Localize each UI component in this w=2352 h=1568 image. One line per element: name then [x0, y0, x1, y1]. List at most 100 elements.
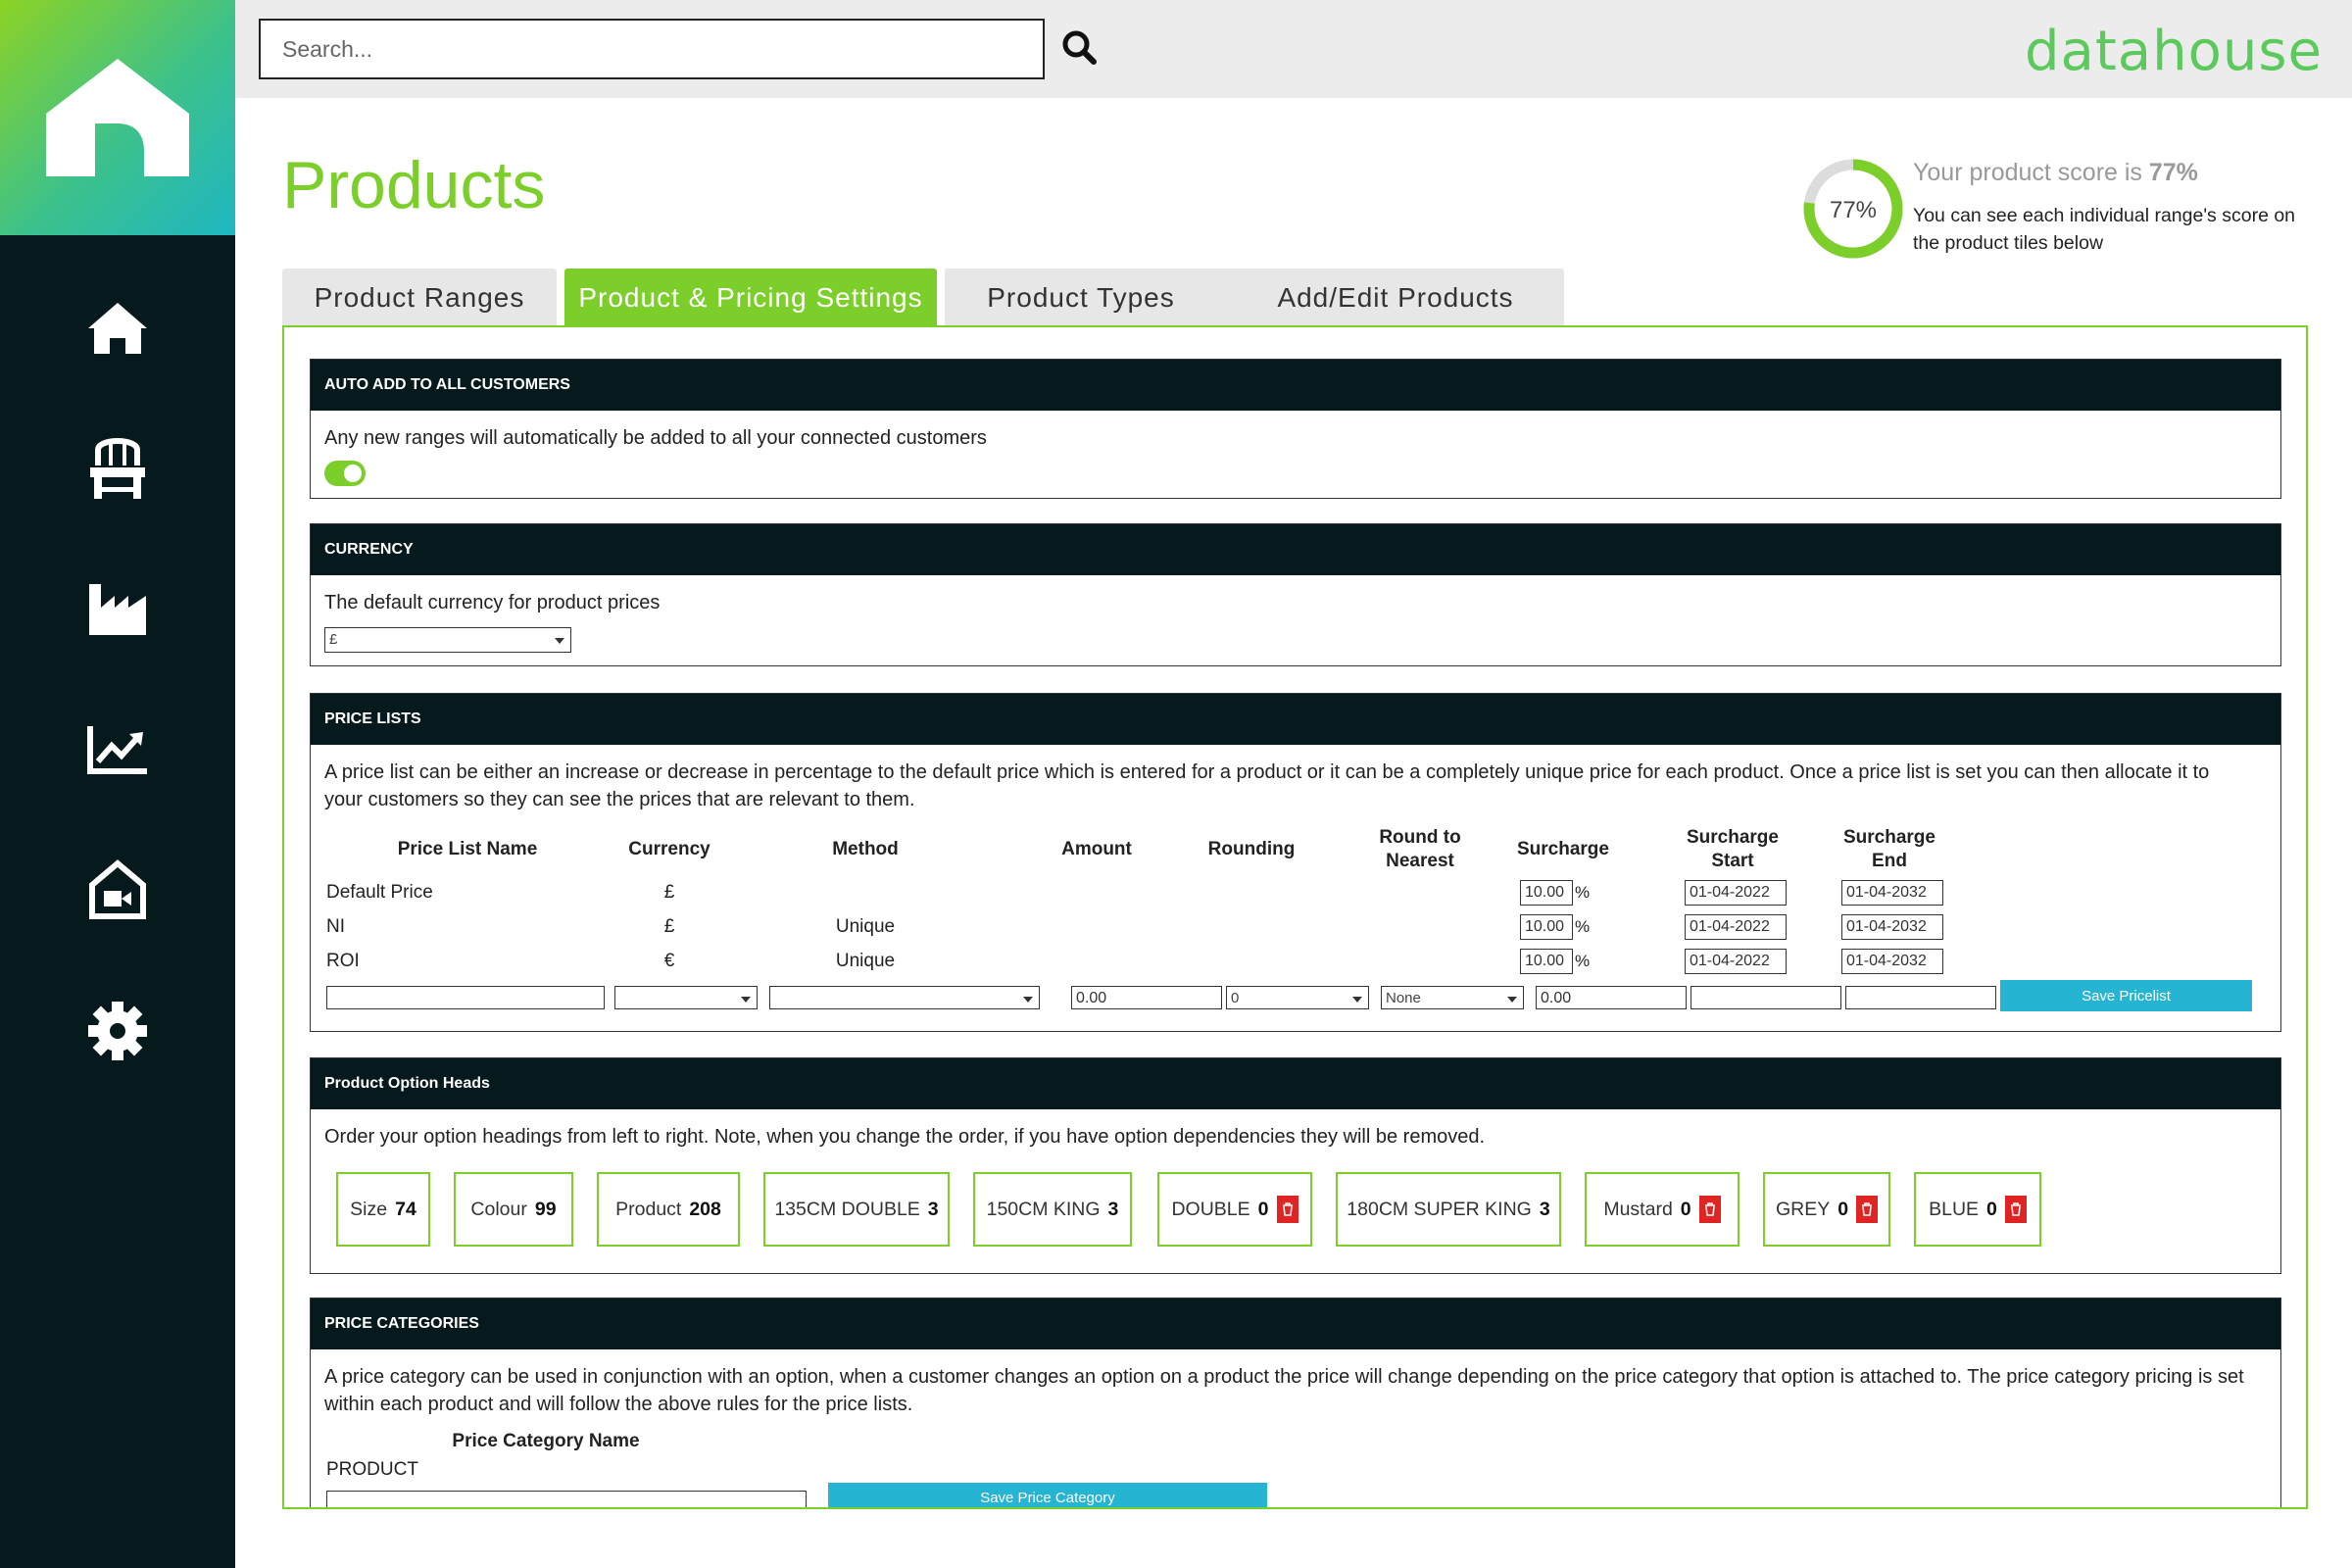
search-button[interactable] — [1061, 29, 1101, 69]
surcharge-start-input[interactable]: 01-04-2022 — [1685, 880, 1787, 906]
new-round-to-select[interactable]: None — [1381, 986, 1524, 1009]
option-head-chip[interactable]: Product 208 — [597, 1172, 740, 1247]
auto-add-toggle[interactable] — [324, 461, 366, 486]
new-surcharge-end-input[interactable] — [1845, 986, 1996, 1009]
surcharge-input[interactable]: 10.00 — [1520, 914, 1573, 940]
search-input[interactable] — [259, 19, 1045, 79]
option-head-chip[interactable]: 150CM KING 3 — [973, 1172, 1132, 1247]
column-header: Amount — [1061, 839, 1132, 859]
trash-icon[interactable] — [1698, 1196, 1721, 1223]
score-heading: Your product score is 77% — [1913, 159, 2198, 187]
score-heading-text: Your product score is — [1913, 159, 2149, 186]
surcharge-end-input[interactable]: 01-04-2032 — [1841, 914, 1943, 940]
chip-label: 150CM KING — [986, 1198, 1101, 1220]
chip-count: 74 — [395, 1198, 416, 1220]
trash-icon[interactable] — [2004, 1196, 2027, 1223]
section-heading: CURRENCY — [311, 524, 2280, 575]
chip-count: 99 — [534, 1198, 557, 1220]
column-header: Price List Name — [397, 839, 538, 859]
brand-logo: datahouse — [2024, 20, 2323, 83]
new-surcharge-start-input[interactable] — [1690, 986, 1841, 1009]
chip-label: Colour — [470, 1198, 527, 1220]
percent-symbol: % — [1575, 917, 1591, 936]
new-surcharge-input[interactable]: 0.00 — [1536, 986, 1687, 1009]
tab-product-pricing-settings[interactable]: Product & Pricing Settings — [564, 269, 937, 327]
surcharge-start-input[interactable]: 01-04-2022 — [1685, 914, 1787, 940]
column-header: Surcharge End — [1843, 827, 1936, 871]
option-head-chip[interactable]: Colour 99 — [454, 1172, 573, 1247]
chip-count: 3 — [1539, 1198, 1550, 1220]
new-rounding-select[interactable]: 0 — [1226, 986, 1369, 1009]
sidebar-item-analytics[interactable] — [78, 710, 157, 789]
price-list-name: Default Price — [326, 882, 433, 903]
price-list-currency: € — [663, 951, 675, 971]
new-amount-input[interactable]: 0.00 — [1071, 986, 1222, 1009]
price-lists-section: PRICE LISTS A price list can be either a… — [310, 693, 2281, 1032]
sidebar-item-home[interactable] — [78, 289, 157, 368]
chip-count: 0 — [1257, 1198, 1269, 1220]
price-categories-section: PRICE CATEGORIES A price category can be… — [310, 1298, 2281, 1507]
price-list-name: ROI — [326, 951, 360, 971]
chip-label: GREY — [1775, 1198, 1831, 1220]
currency-section: CURRENCY The default currency for produc… — [310, 523, 2281, 666]
chip-count: 208 — [689, 1198, 721, 1220]
score-heading-value: 77% — [2148, 159, 2198, 186]
showroom-video-icon — [89, 859, 146, 919]
new-price-list-method-select[interactable] — [769, 986, 1040, 1009]
new-price-category-input[interactable] — [326, 1491, 807, 1507]
trash-icon[interactable] — [1276, 1196, 1298, 1223]
new-price-list-currency-select[interactable] — [614, 986, 758, 1009]
tab-product-types[interactable]: Product Types — [945, 269, 1217, 327]
option-head-chip[interactable]: 135CM DOUBLE 3 — [763, 1172, 950, 1247]
chip-count: 0 — [1986, 1198, 1997, 1220]
price-list-currency: £ — [663, 882, 675, 903]
chip-label: DOUBLE — [1171, 1198, 1250, 1220]
app-logo[interactable] — [0, 0, 235, 235]
surcharge-input[interactable]: 10.00 — [1520, 949, 1573, 974]
option-head-chip[interactable]: Mustard 0 — [1585, 1172, 1740, 1247]
chip-count: 3 — [927, 1198, 939, 1220]
save-price-category-button[interactable]: Save Price Category — [828, 1483, 1267, 1507]
page-title: Products — [282, 148, 546, 222]
column-header: Surcharge — [1517, 839, 1609, 859]
chip-count: 3 — [1107, 1198, 1119, 1220]
section-heading: PRICE LISTS — [311, 694, 2280, 745]
chip-label: Product — [615, 1198, 682, 1220]
surcharge-start-input[interactable]: 01-04-2022 — [1685, 949, 1787, 974]
home-icon — [88, 303, 147, 354]
option-head-chip[interactable]: BLUE 0 — [1914, 1172, 2041, 1247]
tab-product-ranges[interactable]: Product Ranges — [282, 269, 557, 327]
surcharge-end-input[interactable]: 01-04-2032 — [1841, 949, 1943, 974]
tab-add-edit-products[interactable]: Add/Edit Products — [1227, 269, 1564, 327]
surcharge-end-input[interactable]: 01-04-2032 — [1841, 880, 1943, 906]
new-price-list-name-input[interactable] — [326, 986, 605, 1009]
section-heading: PRICE CATEGORIES — [311, 1298, 2280, 1349]
gear-icon — [88, 1002, 147, 1060]
price-list-method: Unique — [835, 951, 896, 971]
price-list-name: NI — [326, 916, 345, 937]
house-logo-icon — [46, 58, 189, 176]
save-pricelist-button[interactable]: Save Pricelist — [2000, 980, 2252, 1011]
option-head-chip[interactable]: 180CM SUPER KING 3 — [1336, 1172, 1561, 1247]
currency-select[interactable]: £ — [324, 627, 571, 653]
chip-label: 135CM DOUBLE — [774, 1198, 920, 1220]
sidebar-item-products[interactable] — [78, 429, 157, 508]
price-list-method: Unique — [835, 916, 896, 937]
trash-icon[interactable] — [1856, 1196, 1879, 1223]
product-score-ring: 77% — [1803, 159, 1903, 259]
chip-label: Mustard — [1603, 1198, 1673, 1220]
surcharge-input[interactable]: 10.00 — [1520, 880, 1573, 906]
option-head-chip[interactable]: DOUBLE 0 — [1157, 1172, 1312, 1247]
column-header: Method — [832, 839, 899, 859]
option-head-chip[interactable]: Size 74 — [336, 1172, 430, 1247]
sidebar-item-showroom[interactable] — [78, 851, 157, 929]
chip-count: 0 — [1680, 1198, 1691, 1220]
chip-label: BLUE — [1929, 1198, 1980, 1220]
percent-symbol: % — [1575, 883, 1591, 902]
column-header: Price Category Name — [452, 1431, 640, 1451]
score-description: You can see each individual range's scor… — [1913, 205, 2296, 254]
option-head-chip[interactable]: GREY 0 — [1763, 1172, 1890, 1247]
sidebar-item-settings[interactable] — [78, 992, 157, 1070]
column-header: Currency — [628, 839, 710, 859]
sidebar-item-manufacturing[interactable] — [78, 570, 157, 649]
